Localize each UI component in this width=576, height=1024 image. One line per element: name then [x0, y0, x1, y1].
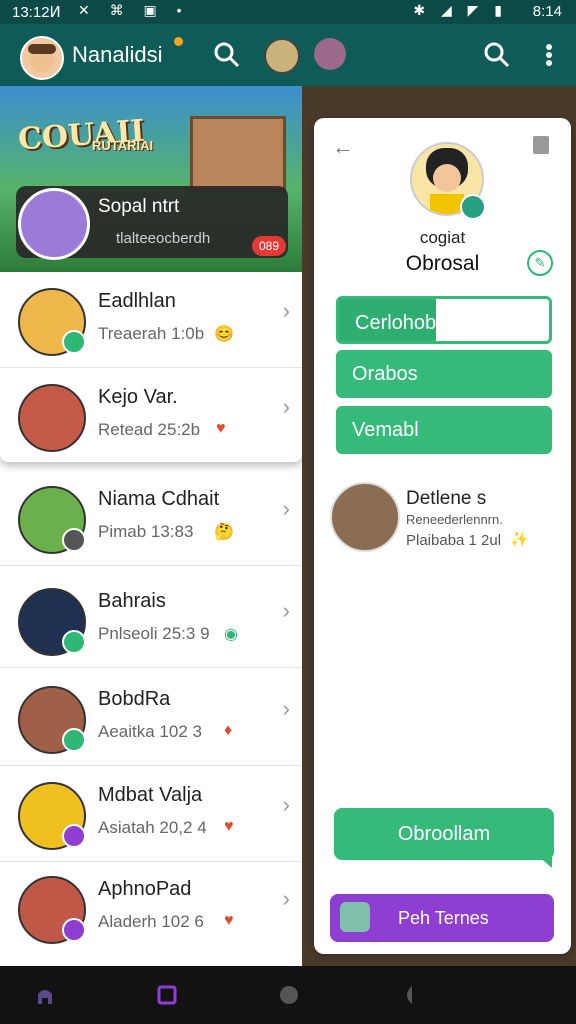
featured-avatar [18, 188, 90, 260]
profile-subtitle: cogiat [419, 228, 466, 247]
emoji-icon: 🤔 [214, 524, 234, 541]
emoji-icon: ♥ [224, 818, 234, 835]
banner-hut-image [190, 116, 286, 192]
contact-name: AphnoPad [98, 878, 192, 900]
divider [0, 565, 302, 566]
secondary-action-label: Peh Ternes [398, 908, 489, 928]
more-vert-icon[interactable] [534, 40, 564, 70]
featured-count-badge: 089 [251, 236, 286, 256]
game-banner[interactable]: COUAII RUTARIAI Sopal ntrt tlalteeocberd… [0, 86, 302, 272]
contact-status: Aladerh 102 6 [98, 912, 204, 931]
contact-status: Treaerah 1:0b [98, 324, 205, 343]
secondary-action-button[interactable]: Peh Ternes [330, 894, 554, 942]
profile-card: ← cogiat Obrosal ✎ Cerlohobl Orabos Vema… [314, 118, 571, 954]
search-icon[interactable] [212, 40, 242, 70]
option-button-3[interactable]: Vemabl [336, 406, 552, 454]
option-label-1: Cerlohobl [355, 312, 441, 334]
chevron-right-icon[interactable]: › [283, 792, 290, 818]
list-item[interactable]: Eadlhlan Treaerah 1:0b 😊 › [0, 272, 302, 368]
contact-status: Asiatah 20,2 4 [98, 818, 207, 837]
game-shortcut-icon-2[interactable] [314, 38, 346, 70]
divider [0, 667, 302, 668]
list-item[interactable]: Niama Cdhait Pimab 13:83 🤔 › [0, 470, 302, 566]
search-icon-right[interactable] [482, 40, 512, 70]
system-icons: ✱ ◢ ◤ ▮ [413, 2, 508, 18]
emoji-icon: ◉ [224, 626, 238, 643]
contact-name: Detlene s [406, 488, 487, 509]
chevron-right-icon[interactable]: › [283, 298, 290, 324]
primary-action-button[interactable]: Obroollam [334, 808, 554, 860]
verified-badge-icon [460, 194, 486, 220]
status-icon [62, 918, 86, 942]
contact-avatar[interactable] [330, 482, 400, 552]
contact-status: Retead 25:2b [98, 420, 201, 439]
list-item[interactable]: AphnoPad Aladerh 102 6 ♥ › [0, 860, 302, 956]
contact-status: Pimab 13:83 [98, 522, 194, 541]
emoji-icon: ♥ [216, 420, 226, 437]
list-item[interactable]: Bahrais Pnlseoli 25:3 9 ◉ › [0, 572, 302, 668]
chevron-right-icon[interactable]: › [283, 696, 290, 722]
back-arrow-icon[interactable]: ← [332, 134, 354, 160]
contact-name: Eadlhlan [98, 290, 176, 312]
emoji-icon: ♥ [224, 912, 234, 929]
contact-status: Pnlseoli 25:3 9 [98, 624, 210, 643]
game-logo-subtitle: RUTARIAI [92, 138, 154, 153]
chevron-right-icon[interactable]: › [283, 886, 290, 912]
edit-icon[interactable]: ✎ [527, 250, 553, 276]
notification-dot [174, 37, 183, 46]
status-icon [62, 528, 86, 552]
featured-name: Sopal ntrt [98, 196, 180, 217]
list-item[interactable]: BobdRa Aeaitka 102 3 ♦ › [0, 670, 302, 766]
status-icon [62, 728, 86, 752]
bookmark-icon[interactable] [533, 136, 549, 154]
chevron-right-icon[interactable]: › [283, 394, 290, 420]
contact-name: Mdbat Valja [98, 784, 203, 806]
status-bar: 13:12Ͷ ✕ ⌘ ▣ • ✱ ◢ ◤ ▮ 8:14 [0, 0, 576, 24]
chevron-right-icon[interactable]: › [283, 598, 290, 624]
emoji-icon: 😊 [214, 326, 234, 343]
speech-tail [538, 856, 552, 868]
contact-status: Aeaitka 102 3 [98, 722, 202, 741]
contact-avatar [18, 384, 86, 452]
game-shortcut-icon[interactable] [264, 38, 300, 74]
person-nav-icon[interactable] [34, 984, 56, 1006]
button-avatar-icon [340, 902, 370, 932]
featured-chat-card[interactable]: Sopal ntrt tlalteeocberdh 089 [16, 186, 288, 260]
chat-list-panel: COUAII RUTARIAI Sopal ntrt tlalteeocberd… [0, 86, 302, 966]
app-title: Nanalidsi [72, 42, 163, 67]
list-item[interactable]: Mdbat Valja Asiatah 20,2 4 ♥ › [0, 766, 302, 862]
list-item[interactable]: Kejo Var. Retead 25:2b ♥ › [0, 368, 302, 464]
option-button-2[interactable]: Orabos [336, 350, 552, 398]
user-avatar-face-icon [28, 44, 56, 72]
status-time: 13:12Ͷ [12, 4, 61, 21]
status-icon [62, 330, 86, 354]
chevron-right-icon[interactable]: › [283, 496, 290, 522]
user-avatar[interactable] [20, 36, 64, 80]
contact-name: BobdRa [98, 688, 171, 710]
app-bar: Nanalidsi [0, 24, 576, 86]
contact-name: Kejo Var. [98, 386, 178, 408]
contact-name: Bahrais [98, 590, 166, 612]
system-nav-bar [0, 966, 576, 1024]
square-nav-icon[interactable] [156, 984, 178, 1006]
status-icon [62, 630, 86, 654]
status-icon [62, 824, 86, 848]
home-nav-icon[interactable] [278, 984, 300, 1006]
notification-icons: ✕ ⌘ ▣ • [78, 2, 190, 18]
emoji-icon: ♦ [224, 722, 233, 739]
back-nav-icon[interactable] [398, 984, 420, 1006]
contact-time: Plaibaba 1 2ul [406, 532, 502, 549]
sparkle-icon: ✨ [510, 531, 529, 548]
contact-role: Reneederlennrn. [406, 512, 503, 527]
featured-subtitle: tlalteeocberdh [116, 230, 211, 247]
status-right-time: 8:14 [532, 3, 562, 20]
contact-name: Niama Cdhait [98, 488, 220, 510]
popular-list: Eadlhlan Treaerah 1:0b 😊 › Kejo Var. Ret… [0, 272, 302, 462]
option-button-1[interactable]: Cerlohobl [336, 296, 552, 344]
